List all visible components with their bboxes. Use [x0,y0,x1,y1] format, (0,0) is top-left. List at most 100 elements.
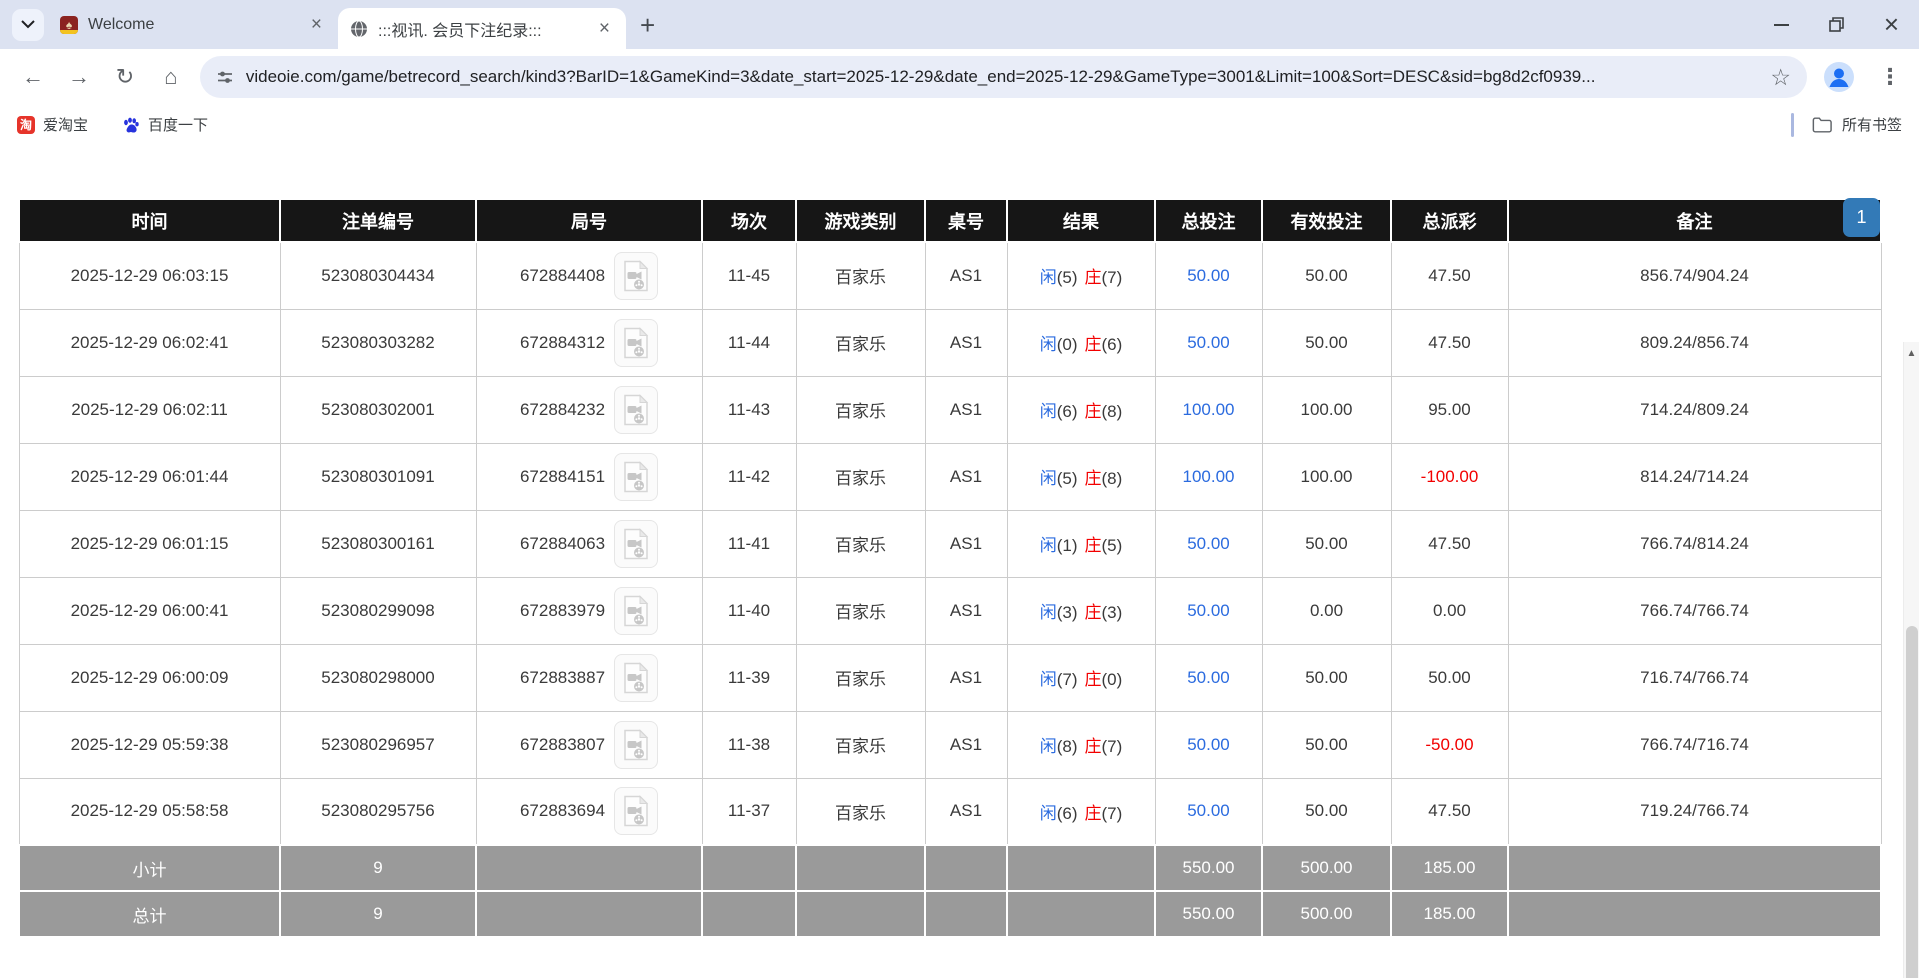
banker-score: (7) [1102,737,1123,756]
cell-bet-id: 523080298000 [280,644,476,711]
grand-total-valid-bet: 500.00 [1262,891,1391,937]
cell-valid-bet: 100.00 [1262,376,1391,443]
cell-bet-id: 523080300161 [280,510,476,577]
video-replay-button[interactable] [614,252,658,300]
cell-payout: 47.50 [1391,778,1508,845]
video-replay-button[interactable] [614,787,658,835]
video-record-icon [622,528,650,560]
video-replay-button[interactable] [614,319,658,367]
new-tab-button[interactable]: + [640,12,655,38]
player-score: (7) [1057,670,1078,689]
player-label: 闲 [1040,469,1057,488]
cell-result: 闲(5)庄(7) [1007,242,1155,309]
cell-time: 2025-12-29 05:58:58 [19,778,280,845]
cell-table-number: AS1 [925,376,1007,443]
vertical-scrollbar[interactable]: ▲ [1903,342,1919,978]
cell-result: 闲(1)庄(5) [1007,510,1155,577]
round-number: 672884312 [520,333,605,353]
video-replay-button[interactable] [614,587,658,635]
cell-table-number: AS1 [925,443,1007,510]
bookmark-baidu[interactable]: 百度一下 [122,114,208,135]
cell-valid-bet: 50.00 [1262,510,1391,577]
profile-avatar[interactable] [1823,61,1855,93]
player-score: (6) [1057,804,1078,823]
cell-game-type: 百家乐 [796,309,925,376]
tab-welcome[interactable]: ♠ Welcome × [48,0,338,49]
bet-records-table: 时间注单编号局号场次游戏类别桌号结果总投注有效投注总派彩备注 2025-12-2… [18,198,1882,938]
chevron-down-icon [21,20,35,29]
cell-bet-id: 523080299098 [280,577,476,644]
tab-close-icon[interactable]: × [307,13,326,36]
scroll-up-arrow[interactable]: ▲ [1904,348,1919,359]
back-button[interactable]: ← [10,54,56,100]
cell-valid-bet: 100.00 [1262,443,1391,510]
player-score: (3) [1057,603,1078,622]
reload-button[interactable]: ↻ [102,54,148,100]
video-replay-button[interactable] [614,721,658,769]
cell-result: 闲(6)庄(8) [1007,376,1155,443]
cell-total-bet[interactable]: 50.00 [1155,242,1262,309]
round-number: 672883979 [520,601,605,621]
empty-cell [476,845,702,891]
player-score: (6) [1057,402,1078,421]
cell-total-bet[interactable]: 50.00 [1155,644,1262,711]
cell-total-bet[interactable]: 50.00 [1155,711,1262,778]
cell-time: 2025-12-29 06:02:41 [19,309,280,376]
close-window-button[interactable]: × [1864,0,1919,49]
browser-menu-button[interactable]: ⋮ [1871,64,1909,90]
cell-total-bet[interactable]: 50.00 [1155,510,1262,577]
maximize-button[interactable] [1809,0,1864,49]
banker-score: (0) [1102,670,1123,689]
cell-payout: 47.50 [1391,242,1508,309]
bookmark-star-icon[interactable]: ☆ [1770,64,1791,91]
table-body: 2025-12-29 06:03:15 523080304434 6728844… [19,242,1881,845]
cell-total-bet[interactable]: 50.00 [1155,778,1262,845]
cell-valid-bet: 0.00 [1262,577,1391,644]
cell-round: 672883979 [476,577,702,644]
home-button[interactable]: ⌂ [148,54,194,100]
welcome-tab-favicon-icon: ♠ [60,16,78,34]
table-header-row: 时间注单编号局号场次游戏类别桌号结果总投注有效投注总派彩备注 [19,199,1881,242]
minimize-icon [1774,24,1789,26]
cell-round: 672883887 [476,644,702,711]
site-info-icon[interactable] [216,68,234,86]
pagination-page-1[interactable]: 1 [1843,198,1880,237]
cell-total-bet[interactable]: 100.00 [1155,376,1262,443]
empty-cell [925,891,1007,937]
tab-betrecord[interactable]: :::视讯. 会员下注纪录::: × [338,8,626,49]
cell-total-bet[interactable]: 50.00 [1155,577,1262,644]
column-header-0: 时间 [19,199,280,242]
cell-round: 672883807 [476,711,702,778]
forward-button[interactable]: → [56,54,102,100]
all-bookmarks[interactable]: 所有书签 [1791,113,1902,137]
cell-valid-bet: 50.00 [1262,309,1391,376]
video-replay-button[interactable] [614,386,658,434]
video-replay-button[interactable] [614,654,658,702]
video-record-icon [622,461,650,493]
bookmarks-bar: 淘 爱淘宝 百度一下 所有书签 [0,105,1919,144]
cell-total-bet[interactable]: 50.00 [1155,309,1262,376]
video-replay-button[interactable] [614,453,658,501]
column-header-8: 有效投注 [1262,199,1391,242]
scrollbar-thumb[interactable] [1906,626,1918,978]
cell-bet-id: 523080296957 [280,711,476,778]
cell-round: 672884063 [476,510,702,577]
tab-close-icon[interactable]: × [595,17,614,40]
cell-bet-id: 523080303282 [280,309,476,376]
table-row: 2025-12-29 06:00:09 523080298000 6728838… [19,644,1881,711]
column-header-9: 总派彩 [1391,199,1508,242]
video-record-icon [622,595,650,627]
cell-total-bet[interactable]: 100.00 [1155,443,1262,510]
cell-game-type: 百家乐 [796,376,925,443]
address-bar[interactable]: videoie.com/game/betrecord_search/kind3?… [200,56,1807,98]
cell-note: 766.74/766.74 [1508,577,1881,644]
empty-cell [796,845,925,891]
video-replay-button[interactable] [614,520,658,568]
url-text[interactable]: videoie.com/game/betrecord_search/kind3?… [246,67,1771,87]
subtotal-count: 9 [280,845,476,891]
bookmark-aitaobao[interactable]: 淘 爱淘宝 [17,114,88,135]
cell-session: 11-40 [702,577,796,644]
minimize-button[interactable] [1754,0,1809,49]
tab-search-button[interactable] [12,9,44,41]
globe-favicon-icon [350,20,368,38]
